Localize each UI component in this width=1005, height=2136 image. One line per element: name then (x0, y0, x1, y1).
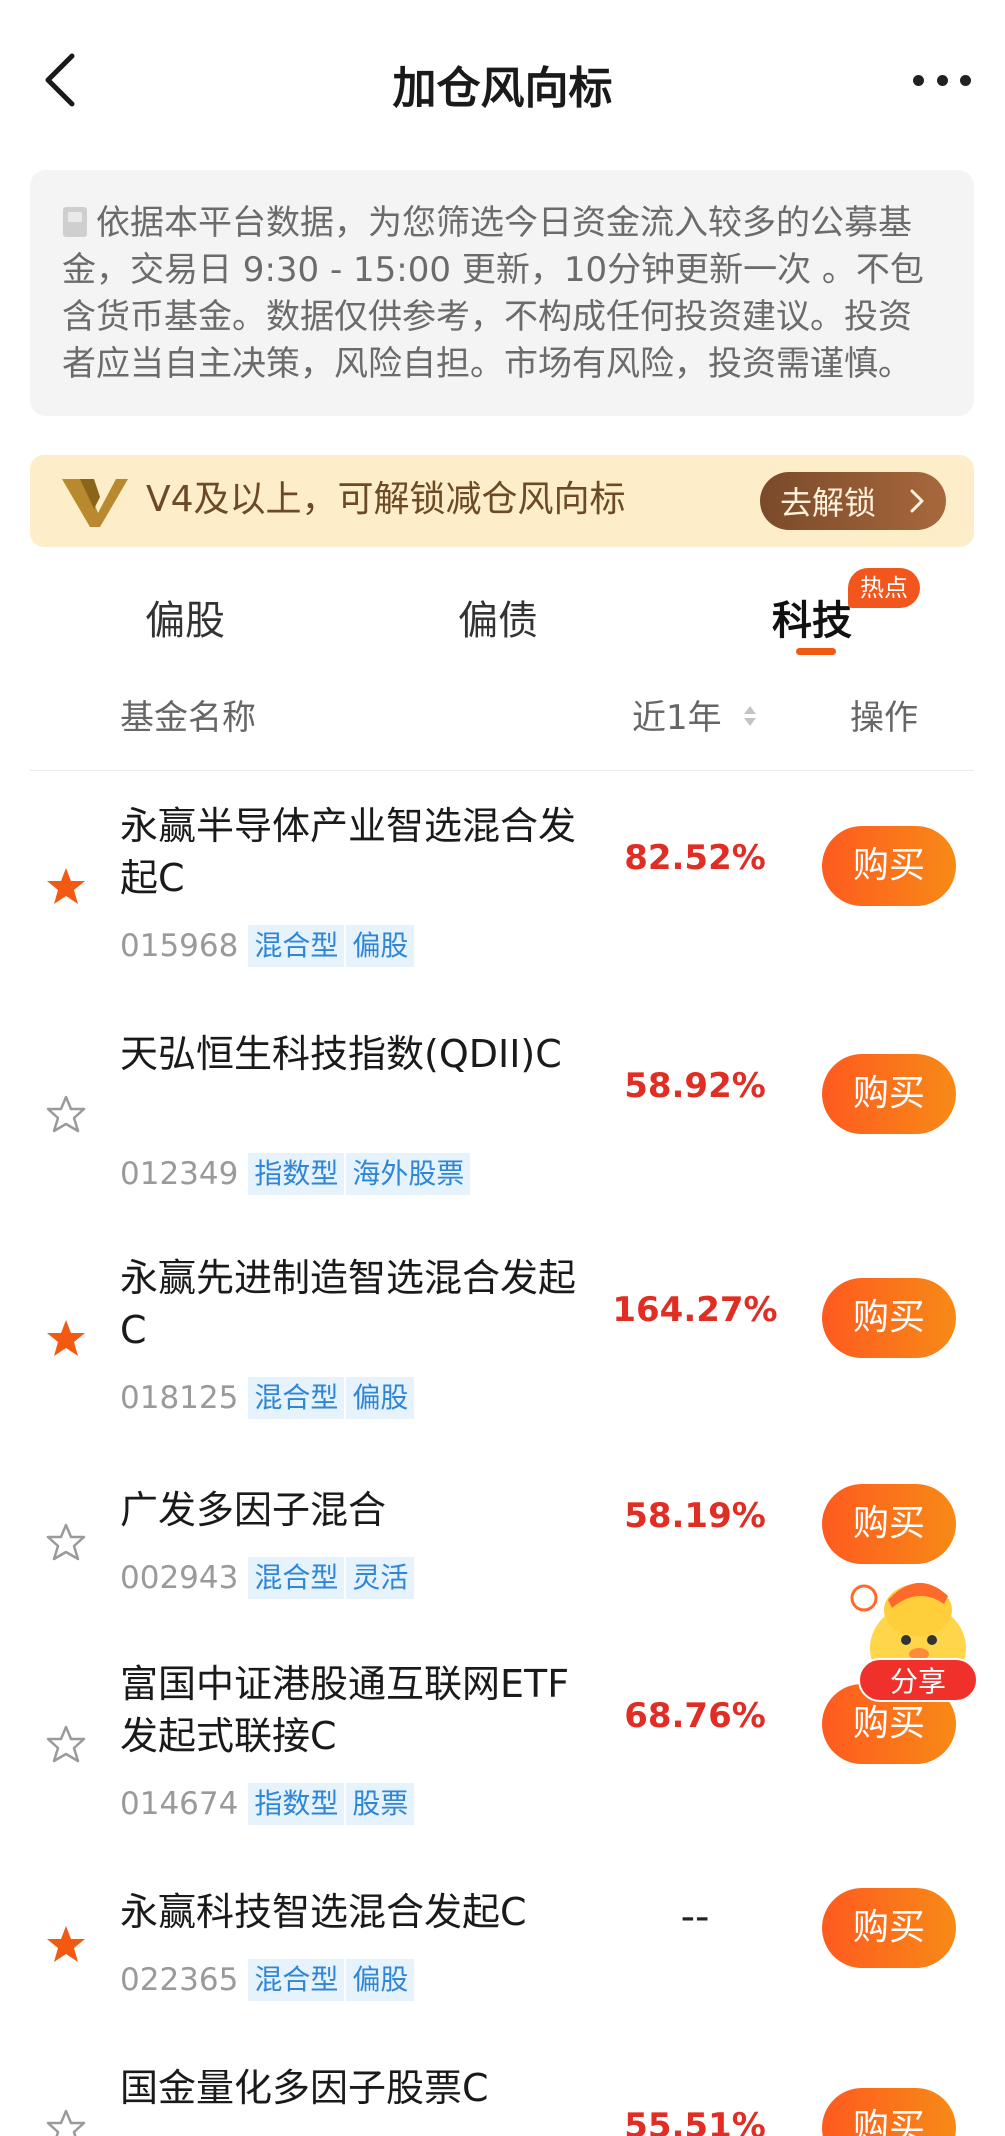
fund-return: 82.52% (624, 838, 766, 878)
buy-button[interactable]: 购买 (822, 826, 956, 906)
disclaimer-notice: 依据本平台数据，为您筛选今日资金流入较多的公募基金，交易日 9:30 - 15:… (30, 170, 974, 416)
fund-meta: 018125 混合型 偏股 (120, 1376, 415, 1420)
star-outline-icon[interactable] (46, 1522, 86, 1562)
category-tabs: 偏股 偏债 科技 热点 (0, 568, 1005, 660)
star-filled-icon[interactable] (46, 1924, 86, 1964)
page-title: 加仓风向标 (392, 63, 613, 114)
vip-unlock-banner[interactable]: V4及以上，可解锁减仓风向标 去解锁 (30, 455, 974, 547)
fund-name[interactable]: 广发多因子混合 (120, 1484, 590, 1536)
tab-equity[interactable]: 偏股 (145, 588, 225, 646)
vip-banner-text: V4及以上，可解锁减仓风向标 (146, 479, 626, 520)
fund-row[interactable]: 国金量化多因子股票C 55.51% 购买 (0, 2062, 1005, 2136)
fund-meta: 014674 指数型 股票 (120, 1782, 415, 1826)
fund-style-tag: 偏股 (344, 1959, 415, 2001)
more-options-button[interactable] (907, 58, 977, 102)
fund-style-tag: 灵活 (344, 1557, 415, 1599)
fund-name[interactable]: 永赢半导体产业智选混合发起C (120, 800, 590, 904)
fund-code: 018125 (120, 1380, 239, 1416)
fund-style-tag: 股票 (344, 1783, 415, 1825)
fund-row[interactable]: 永赢先进制造智选混合发起C 018125 混合型 偏股 164.27% 购买 (0, 1252, 1005, 1442)
fund-type-tag: 混合型 (248, 925, 345, 967)
fund-style-tag: 偏股 (344, 1377, 415, 1419)
fund-name[interactable]: 永赢先进制造智选混合发起C (120, 1252, 590, 1356)
fund-meta: 022365 混合型 偏股 (120, 1958, 415, 2002)
sort-icon[interactable] (742, 704, 758, 728)
buy-button[interactable]: 购买 (822, 1888, 956, 1968)
buy-button[interactable]: 购买 (822, 1278, 956, 1358)
star-filled-icon[interactable] (46, 1318, 86, 1358)
star-outline-icon[interactable] (46, 2108, 86, 2136)
header-divider (30, 770, 974, 771)
fund-code: 012349 (120, 1156, 239, 1192)
star-outline-icon[interactable] (46, 1724, 86, 1764)
more-dot-icon (960, 74, 971, 86)
more-dot-icon (936, 74, 948, 86)
fund-name[interactable]: 富国中证港股通互联网ETF发起式联接C (120, 1658, 590, 1762)
fund-return: 58.19% (624, 1496, 766, 1536)
fund-name[interactable]: 天弘恒生科技指数(QDII)C (120, 1028, 590, 1080)
fund-name[interactable]: 国金量化多因子股票C (120, 2062, 590, 2114)
fund-type-tag: 混合型 (248, 1377, 345, 1419)
fund-return: 55.51% (624, 2106, 766, 2136)
buy-button[interactable]: 购买 (822, 1054, 956, 1134)
fund-code: 002943 (120, 1560, 239, 1596)
table-header: 基金名称 近1年 操作 (0, 682, 1005, 748)
fund-type-tag: 混合型 (248, 1959, 345, 2001)
hot-badge: 热点 (848, 568, 920, 608)
fund-type-tag: 混合型 (248, 1557, 345, 1599)
fund-meta: 012349 指数型 海外股票 (120, 1152, 471, 1196)
column-1y-return[interactable]: 近1年 (632, 690, 722, 739)
fund-code: 014674 (120, 1786, 239, 1822)
tab-bond[interactable]: 偏债 (458, 588, 538, 646)
document-icon (63, 207, 87, 237)
unlock-button[interactable]: 去解锁 (760, 472, 946, 530)
more-dot-icon (913, 74, 924, 86)
fund-meta: 015968 混合型 偏股 (120, 924, 415, 968)
unlock-button-label: 去解锁 (780, 484, 877, 522)
star-outline-icon[interactable] (46, 1094, 86, 1134)
top-bar: 加仓风向标 (0, 0, 1005, 160)
fund-return: 58.92% (624, 1066, 766, 1106)
fund-code: 015968 (120, 928, 239, 964)
fund-code: 022365 (120, 1962, 239, 1998)
fund-name[interactable]: 永赢科技智选混合发起C (120, 1886, 590, 1938)
notice-text: 依据本平台数据，为您筛选今日资金流入较多的公募基金，交易日 9:30 - 15:… (62, 203, 924, 384)
chevron-right-icon (910, 489, 924, 513)
fund-meta: 002943 混合型 灵活 (120, 1556, 415, 1600)
fund-return: -- (680, 1894, 710, 1940)
fund-type-tag: 指数型 (248, 1153, 345, 1195)
star-filled-icon[interactable] (46, 866, 86, 906)
share-button[interactable]: 分享 (858, 1658, 978, 1702)
fund-row[interactable]: 天弘恒生科技指数(QDII)C 012349 指数型 海外股票 58.92% 购… (0, 1028, 1005, 1218)
vip-v-logo-icon (62, 479, 128, 527)
tab-tech[interactable]: 科技 (772, 588, 852, 646)
column-action: 操作 (850, 698, 918, 738)
fund-style-tag: 偏股 (344, 925, 415, 967)
column-fund-name: 基金名称 (120, 698, 256, 738)
buy-button[interactable]: 购买 (822, 2088, 956, 2136)
fund-type-tag: 指数型 (248, 1783, 345, 1825)
fund-style-tag: 海外股票 (344, 1153, 471, 1195)
fund-return: 68.76% (624, 1696, 766, 1736)
fund-row[interactable]: 永赢科技智选混合发起C 022365 混合型 偏股 -- 购买 (0, 1886, 1005, 2016)
fund-return: 164.27% (612, 1290, 778, 1330)
fund-row[interactable]: 永赢半导体产业智选混合发起C 015968 混合型 偏股 82.52% 购买 (0, 800, 1005, 990)
active-tab-indicator (796, 648, 836, 655)
